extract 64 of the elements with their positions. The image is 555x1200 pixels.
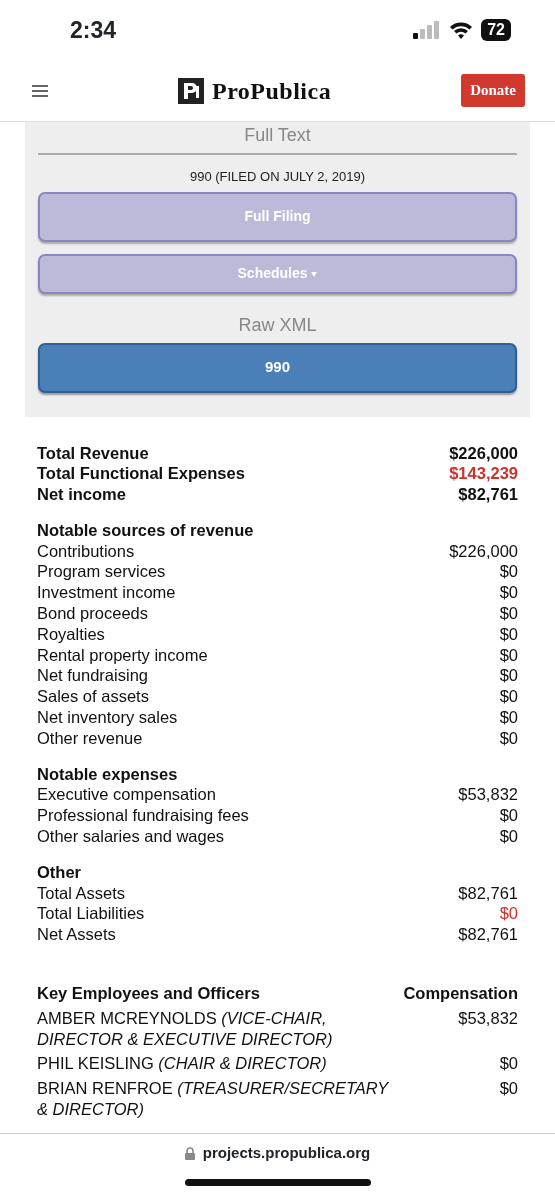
menu-icon[interactable] [32, 84, 48, 97]
row-value: $82,761 [458, 484, 518, 505]
row-label: Sales of assets [37, 686, 149, 708]
section-title: Other [37, 861, 82, 883]
row-label: Royalties [37, 623, 105, 645]
row-label: Program services [37, 561, 166, 583]
row-label: Net Assets [37, 924, 116, 946]
employee-name: PHIL KEISLING (CHAIR & DIRECTOR) [37, 1053, 327, 1075]
row-label: Net fundraising [37, 665, 148, 687]
lock-icon [184, 1146, 195, 1160]
row-value: $0 [499, 826, 518, 847]
section-title: Notable expenses [37, 763, 179, 785]
row-label: Net inventory sales [37, 707, 178, 728]
row-value: $143,239 [449, 463, 518, 485]
wifi-icon [449, 21, 474, 39]
row-label: Contributions [37, 540, 135, 562]
compensation-value: $0 [499, 1078, 518, 1100]
logo-icon [177, 77, 204, 104]
row-value: $82,761 [458, 882, 518, 904]
row-label: Total Assets [37, 882, 126, 904]
filing-label: 990 (FILED ON JULY 2, 2019) [188, 168, 367, 186]
row-label: Total Revenue [37, 442, 149, 464]
section-title: Notable sources of revenue [37, 519, 255, 541]
row-label: Other revenue [37, 727, 143, 749]
url-text[interactable]: projects.propublica.org [202, 1142, 371, 1165]
battery-level: 72 [481, 19, 511, 41]
section-heading: Raw XML [237, 313, 318, 337]
row-value: $0 [499, 707, 518, 728]
employee-name: AMBER MCREYNOLDS (VICE-CHAIR, DIRECTOR & EXECUTIVE DIRECTOR) [37, 1007, 334, 1050]
compensation-value: $53,832 [458, 1007, 518, 1029]
row-value: $226,000 [449, 540, 518, 562]
row-label: Total Liabilities [37, 903, 145, 925]
row-value: $0 [499, 686, 518, 708]
row-label: Other salaries and wages [37, 826, 225, 847]
row-value: $0 [499, 903, 518, 925]
row-label: Total Functional Expenses [37, 463, 245, 485]
signal-icon [413, 21, 442, 39]
compensation-value: $0 [499, 1053, 518, 1075]
site-logo: ProPublica [211, 76, 332, 106]
row-value: $53,832 [458, 784, 518, 806]
row-value: $0 [499, 603, 518, 624]
row-label: Rental property income [37, 644, 208, 666]
donate-button[interactable]: Donate [461, 74, 525, 107]
row-label: Investment income [37, 582, 176, 604]
row-value: $0 [499, 665, 518, 687]
row-value: $0 [499, 644, 518, 666]
column-header: Compensation [403, 983, 518, 1004]
caret-icon [311, 271, 318, 277]
row-value: $226,000 [449, 442, 518, 464]
row-value: $0 [499, 561, 518, 583]
row-value: $0 [499, 582, 518, 604]
column-header: Key Employees and Officers [37, 983, 260, 1004]
row-value: $82,761 [458, 924, 518, 946]
row-label: Executive compensation [37, 784, 216, 806]
status-time: 2:34 [70, 15, 117, 45]
row-label: Bond proceeds [37, 603, 148, 624]
row-value: $0 [499, 623, 518, 645]
row-value: $0 [499, 727, 518, 749]
row-value: $0 [499, 805, 518, 827]
row-label: Professional fundraising fees [37, 805, 249, 827]
section-heading: Full Text [243, 124, 312, 147]
employee-name: BRIAN RENFROE (TREASURER/SECRETARY & DIRECTOR) [37, 1078, 390, 1120]
row-label: Net income [37, 484, 126, 505]
xml-button[interactable]: 990 [38, 342, 517, 393]
